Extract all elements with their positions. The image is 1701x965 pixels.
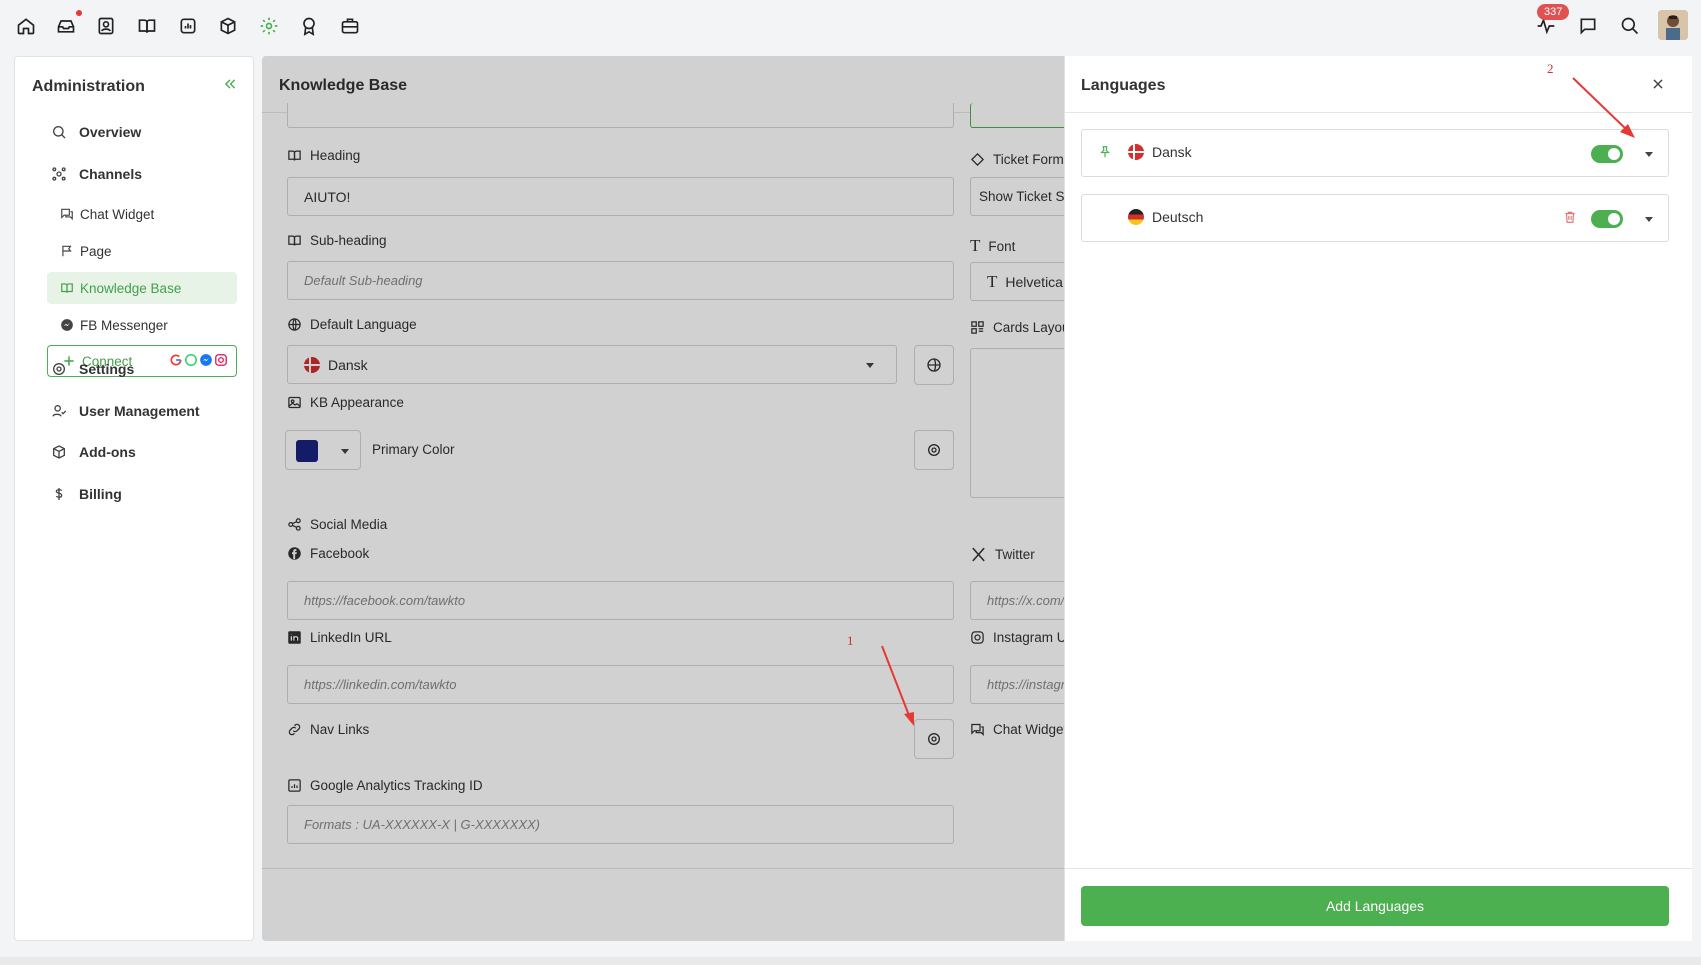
- messenger-logo-icon: [200, 354, 212, 366]
- sidebar-item-label: Overview: [79, 124, 142, 140]
- denmark-flag-icon: [1128, 144, 1144, 160]
- sidebar-item-knowledge-base[interactable]: Knowledge Base: [47, 272, 237, 304]
- channels-icon: [51, 166, 67, 182]
- briefcase-icon[interactable]: [338, 14, 362, 38]
- add-languages-button[interactable]: Add Languages: [1081, 886, 1669, 926]
- integration-logos: [169, 353, 228, 367]
- book-icon: [60, 281, 74, 295]
- annotation-number-1: 1: [847, 633, 854, 648]
- home-icon[interactable]: [14, 14, 38, 38]
- sidebar-item-overview[interactable]: Overview: [51, 124, 141, 140]
- inbox-icon[interactable]: [54, 10, 82, 38]
- panel-title: Languages: [1081, 77, 1166, 94]
- knowledge-base-icon[interactable]: [135, 14, 159, 38]
- sidebar-item-channels[interactable]: Channels: [51, 166, 142, 182]
- settings-gear-icon[interactable]: [257, 14, 281, 38]
- contacts-icon[interactable]: [94, 14, 118, 38]
- top-navigation-bar: 337: [0, 0, 1701, 52]
- messenger-icon: [60, 318, 74, 332]
- addons-icon: [51, 444, 67, 460]
- sidebar-item-label: FB Messenger: [80, 317, 168, 333]
- chevron-down-icon[interactable]: [1645, 152, 1653, 157]
- flag-icon: [60, 244, 74, 258]
- overview-icon: [51, 124, 67, 140]
- reports-icon[interactable]: [176, 14, 200, 38]
- language-label: Dansk: [1152, 144, 1192, 160]
- chevron-down-icon[interactable]: [1645, 217, 1653, 222]
- sidebar-item-chat-widget[interactable]: Chat Widget: [47, 198, 237, 230]
- chat-widget-icon: [60, 207, 74, 221]
- user-avatar[interactable]: [1658, 10, 1688, 40]
- sidebar-item-addons[interactable]: Add-ons: [51, 444, 136, 460]
- modal-backdrop[interactable]: [262, 56, 1064, 941]
- annotation-arrow-1: [881, 645, 914, 726]
- admin-sidebar: Administration Overview Channels Chat Wi…: [14, 56, 254, 941]
- close-icon[interactable]: [1651, 77, 1665, 91]
- sidebar-title: Administration: [32, 78, 145, 95]
- language-label: Deutsch: [1152, 209, 1204, 225]
- activity-count-badge: 337: [1537, 4, 1570, 20]
- language-name: Deutsch: [1128, 209, 1203, 225]
- sidebar-item-user-management[interactable]: User Management: [51, 403, 200, 419]
- sidebar-item-label: User Management: [79, 403, 200, 419]
- sidebar-item-page[interactable]: Page: [47, 235, 237, 267]
- trash-icon[interactable]: [1563, 210, 1577, 224]
- sidebar-item-fb-messenger[interactable]: FB Messenger: [47, 309, 237, 341]
- language-row[interactable]: Deutsch: [1081, 194, 1669, 242]
- addons-cube-icon[interactable]: [216, 14, 240, 38]
- divider: [1065, 868, 1692, 869]
- award-icon[interactable]: [297, 14, 321, 38]
- collapse-sidebar-icon[interactable]: [223, 77, 237, 91]
- sidebar-item-label: Chat Widget: [80, 206, 155, 222]
- instagram-logo-icon: [215, 354, 227, 366]
- settings-icon: [51, 361, 67, 377]
- sidebar-item-label: Page: [80, 243, 112, 259]
- whatsapp-icon: [185, 354, 197, 366]
- user-management-icon: [51, 403, 67, 419]
- language-name: Dansk: [1128, 144, 1192, 160]
- annotation-arrow-2: [1572, 77, 1635, 138]
- sidebar-item-label: Add-ons: [79, 444, 136, 460]
- annotation-number-2: 2: [1547, 61, 1554, 76]
- languages-panel: Languages Dansk Deutsch Add Languages: [1064, 56, 1692, 941]
- google-icon: [170, 354, 182, 366]
- language-enabled-toggle[interactable]: [1591, 210, 1623, 228]
- chat-icon[interactable]: [1576, 14, 1600, 38]
- germany-flag-icon: [1128, 209, 1144, 225]
- unread-dot: [76, 10, 82, 16]
- sidebar-item-settings[interactable]: Settings: [51, 361, 134, 377]
- sidebar-item-label: Channels: [79, 166, 143, 182]
- sidebar-item-label: Settings: [79, 361, 135, 377]
- sidebar-item-billing[interactable]: Billing: [51, 486, 122, 502]
- search-icon[interactable]: [1618, 14, 1642, 38]
- pin-icon[interactable]: [1098, 145, 1112, 159]
- dollar-icon: [51, 486, 67, 502]
- window-bottom-edge: [0, 957, 1701, 965]
- sidebar-item-label: Knowledge Base: [80, 280, 182, 296]
- sidebar-item-label: Billing: [79, 486, 122, 502]
